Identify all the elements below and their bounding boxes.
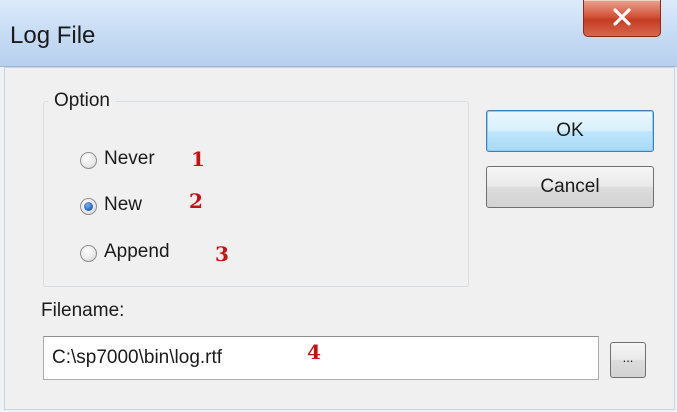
filename-label: Filename: xyxy=(41,300,125,321)
radio-button[interactable] xyxy=(80,245,97,262)
close-x-icon xyxy=(613,8,631,26)
annotation-3: 3 xyxy=(215,242,229,266)
cancel-button[interactable]: Cancel xyxy=(486,166,654,208)
dialog-body: Option Never 1 New 2 Append 3 OK Cancel … xyxy=(4,67,675,410)
radio-button-selected[interactable] xyxy=(80,198,97,215)
radio-button[interactable] xyxy=(80,152,97,169)
close-button[interactable] xyxy=(583,0,661,37)
annotation-4: 4 xyxy=(307,340,321,364)
annotation-1: 1 xyxy=(191,147,205,171)
annotation-2: 2 xyxy=(189,189,203,213)
log-file-dialog: Log File Option Never 1 New 2 Append 3 O… xyxy=(0,0,677,412)
radio-label-never[interactable]: Never xyxy=(104,148,155,170)
filename-input[interactable]: C:\sp7000\bin\log.rtf xyxy=(43,336,599,380)
radio-label-append[interactable]: Append xyxy=(104,241,170,263)
ok-button[interactable]: OK xyxy=(486,110,654,152)
browse-button[interactable]: ... xyxy=(610,342,646,378)
title-bar[interactable]: Log File xyxy=(0,0,677,67)
window-title: Log File xyxy=(10,22,96,49)
option-group-label: Option xyxy=(48,90,116,112)
radio-label-new[interactable]: New xyxy=(104,194,142,216)
